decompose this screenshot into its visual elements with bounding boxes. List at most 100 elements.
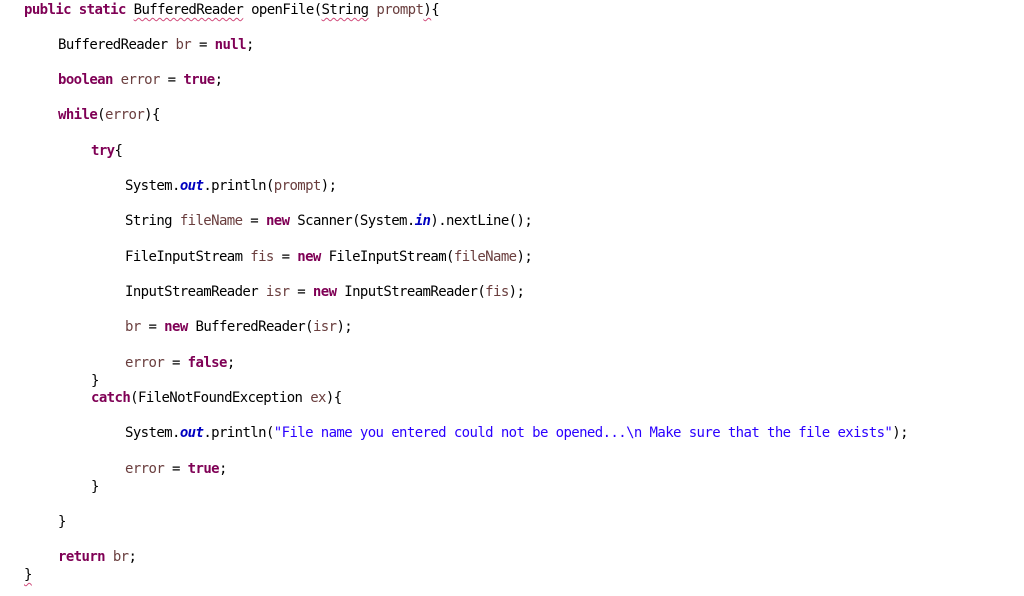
variable-token: fis [250,249,274,265]
variable-token: isr [265,284,290,300]
code-token: = [242,213,266,229]
code-editor[interactable]: public static BufferedReader openFile(St… [0,0,1024,596]
code-token: = [191,37,215,53]
code-token: System. [125,178,180,194]
code-token: (FileNotFoundException [130,390,311,406]
code-line-error-true[interactable]: error = true; [125,460,227,478]
code-token: FileInputStream( [320,249,455,265]
variable-token: fileName [179,213,243,229]
code-token: ; [226,355,235,371]
variable-token: error [125,355,165,371]
code-token: BufferedReader( [187,319,314,335]
code-token: ( [97,107,105,123]
code-line-catch[interactable]: catch(FileNotFoundException ex){ [91,389,342,407]
error-marked-token: ) [423,2,432,18]
variable-token: br [125,319,141,335]
code-token: = [289,284,313,300]
code-line-method-signature[interactable]: public static BufferedReader openFile(St… [24,1,440,19]
code-token: ); [320,178,337,194]
code-token: String [125,213,180,229]
static-field-token: in [414,213,431,229]
code-token: } [91,373,99,389]
code-token: ; [214,72,223,88]
code-token: ); [508,284,525,300]
static-field-token: out [179,178,204,194]
code-line-method-close[interactable]: } [24,566,32,584]
code-token: ; [245,37,254,53]
code-token: ); [516,249,533,265]
code-line-br-assign[interactable]: br = new BufferedReader(isr); [125,318,353,336]
code-token: .println( [203,178,274,194]
code-line-while[interactable]: while(error){ [58,106,160,124]
variable-token: error [105,107,145,123]
code-token: BufferedReader [58,37,176,53]
code-token: ); [892,425,908,441]
code-line-try-close[interactable]: } [91,372,99,390]
code-token: Scanner(System. [289,213,415,229]
variable-token: fis [485,284,509,300]
code-token: { [431,2,440,18]
variable-token: isr [312,319,337,335]
variable-token: prompt [273,178,322,194]
keyword-token: null [214,37,247,53]
code-line-return[interactable]: return br; [58,548,137,566]
keyword-token: true [187,461,220,477]
variable-token: ex [310,390,326,406]
code-token: = [159,72,184,88]
code-token: ; [128,549,137,565]
keyword-token: new [312,284,337,300]
variable-token: error [125,461,165,477]
code-token: ; [218,461,227,477]
code-token: = [140,319,165,335]
keyword-token: try [91,143,115,159]
code-token: InputStreamReader [125,284,266,300]
code-token: InputStreamReader( [336,284,486,300]
code-token: FileInputStream [125,249,251,265]
static-field-token: out [179,425,204,441]
code-token: ){ [144,107,160,123]
code-line-filename[interactable]: String fileName = new Scanner(System.in)… [125,212,533,230]
code-token: .println( [203,425,274,441]
code-token: { [114,143,123,159]
keyword-token: new [265,213,290,229]
variable-token: br [112,549,129,565]
code-line-fis[interactable]: FileInputStream fis = new FileInputStrea… [125,248,533,266]
keyword-token: false [187,355,228,371]
code-line-error-false[interactable]: error = false; [125,354,235,372]
code-line-catch-close[interactable]: } [91,478,99,496]
keyword-token: catch [91,390,131,406]
code-token: = [164,355,188,371]
code-token: = [273,249,298,265]
code-line-isr[interactable]: InputStreamReader isr = new InputStreamR… [125,283,525,301]
keyword-token: public static [24,2,126,18]
code-line-error-declaration[interactable]: boolean error = true; [58,71,223,89]
keyword-token: new [297,249,321,265]
code-token: } [58,514,66,530]
variable-token: prompt [376,2,424,18]
code-token: ){ [325,390,342,406]
keyword-token: boolean [58,72,113,88]
error-marked-token: } [24,567,32,583]
code-line-while-close[interactable]: } [58,513,66,531]
code-token: openFile( [243,2,322,18]
code-line-br-declaration[interactable]: BufferedReader br = null; [58,36,254,54]
code-line-print-prompt[interactable]: System.out.println(prompt); [125,177,337,195]
code-line-try[interactable]: try{ [91,142,123,160]
code-line-print-error[interactable]: System.out.println("File name you entere… [125,424,909,442]
code-token: ).nextLine(); [430,213,533,229]
error-marked-token: String [321,2,370,18]
variable-token: br [175,37,192,53]
error-marked-token: BufferedReader [133,2,244,18]
code-token: System. [125,425,180,441]
keyword-token: return [58,549,106,565]
code-token: = [164,461,188,477]
code-token: } [91,479,99,495]
keyword-token: new [164,319,188,335]
variable-token: fileName [453,249,517,265]
variable-token: error [120,72,161,88]
string-literal-token: "File name you entered could not be open… [273,425,893,441]
code-token: ); [336,319,353,335]
